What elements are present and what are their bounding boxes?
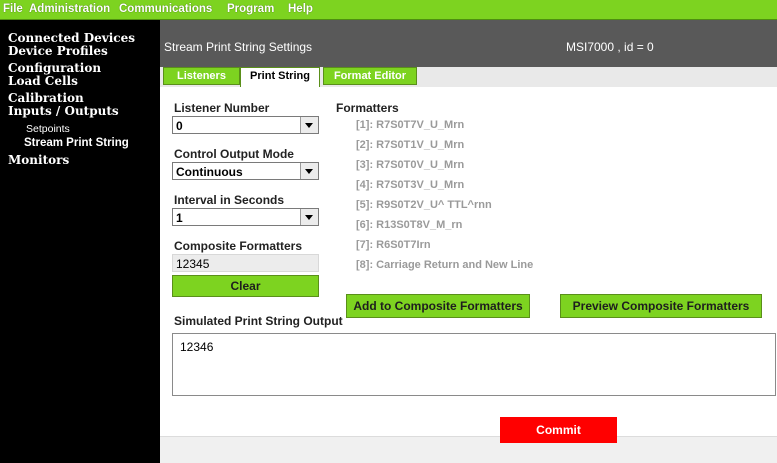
formatter-item[interactable]: [4]: R7S0T3V_U_Mrn	[356, 179, 464, 191]
formatter-item[interactable]: [5]: R9S0T2V_U^ TTL^rnn	[356, 199, 492, 211]
interval-select[interactable]: 1	[172, 208, 319, 226]
clear-button[interactable]: Clear	[172, 275, 319, 297]
sidebar-item-setpoints[interactable]: Setpoints	[26, 123, 70, 135]
menu-bar: File Administration Communications Progr…	[0, 0, 777, 20]
sidebar-item-monitors[interactable]: Monitors	[8, 154, 69, 167]
menu-program[interactable]: Program	[227, 3, 274, 15]
sidebar-item-load-cells[interactable]: Load Cells	[8, 75, 78, 88]
chevron-down-icon[interactable]	[300, 117, 318, 133]
menu-help[interactable]: Help	[288, 3, 313, 15]
print-string-content: Listener Number 0 Control Output Mode Co…	[160, 87, 777, 463]
panel-header: Stream Print String Settings MSI7000 , i…	[160, 20, 777, 67]
control-output-mode-label: Control Output Mode	[174, 147, 294, 161]
formatter-item[interactable]: [2]: R7S0T1V_U_Mrn	[356, 139, 464, 151]
simulated-output-box[interactable]: 12346	[172, 333, 776, 396]
preview-composite-button[interactable]: Preview Composite Formatters	[560, 294, 762, 318]
interval-value: 1	[176, 211, 183, 225]
listener-number-value: 0	[176, 119, 183, 133]
sidebar-item-stream-print-string[interactable]: Stream Print String	[24, 137, 129, 149]
device-id: MSI7000 , id = 0	[566, 40, 654, 54]
composite-formatters-field[interactable]: 12345	[172, 254, 319, 272]
tab-listeners[interactable]: Listeners	[163, 67, 240, 85]
formatter-item[interactable]: [1]: R7S0T7V_U_Mrn	[356, 119, 464, 131]
listener-number-label: Listener Number	[174, 101, 270, 115]
control-output-mode-select[interactable]: Continuous	[172, 162, 319, 180]
tab-strip: Listeners Print String Format Editor	[160, 67, 777, 87]
sidebar-item-device-profiles[interactable]: Device Profiles	[8, 45, 108, 58]
chevron-down-icon[interactable]	[300, 209, 318, 225]
tab-print-string[interactable]: Print String	[240, 67, 320, 87]
menu-file[interactable]: File	[3, 3, 23, 15]
interval-label: Interval in Seconds	[174, 193, 285, 207]
formatters-title: Formatters	[336, 101, 399, 115]
listener-number-select[interactable]: 0	[172, 116, 319, 134]
main-panel: Stream Print String Settings MSI7000 , i…	[160, 20, 777, 463]
sidebar: Connected Devices Device Profiles Config…	[0, 20, 160, 463]
composite-formatters-label: Composite Formatters	[174, 239, 303, 253]
chevron-down-icon[interactable]	[300, 163, 318, 179]
sidebar-item-inputs-outputs[interactable]: Inputs / Outputs	[8, 105, 119, 118]
formatter-item[interactable]: [3]: R7S0T0V_U_Mrn	[356, 159, 464, 171]
formatter-item[interactable]: [8]: Carriage Return and New Line	[356, 259, 533, 271]
menu-communications[interactable]: Communications	[119, 3, 212, 15]
commit-button[interactable]: Commit	[500, 417, 617, 443]
composite-formatters-value: 12345	[176, 257, 210, 271]
add-to-composite-button[interactable]: Add to Composite Formatters	[346, 294, 530, 318]
formatter-item[interactable]: [7]: R6S0T7Irn	[356, 239, 431, 251]
menu-administration[interactable]: Administration	[29, 3, 110, 15]
formatter-item[interactable]: [6]: R13S0T8V_M_rn	[356, 219, 462, 231]
footer-bar	[160, 436, 777, 463]
simulated-output-value: 12346	[180, 340, 214, 354]
control-output-mode-value: Continuous	[176, 165, 243, 179]
tab-format-editor[interactable]: Format Editor	[323, 67, 417, 85]
simulated-output-label: Simulated Print String Output	[174, 314, 343, 328]
page-title: Stream Print String Settings	[164, 40, 313, 54]
